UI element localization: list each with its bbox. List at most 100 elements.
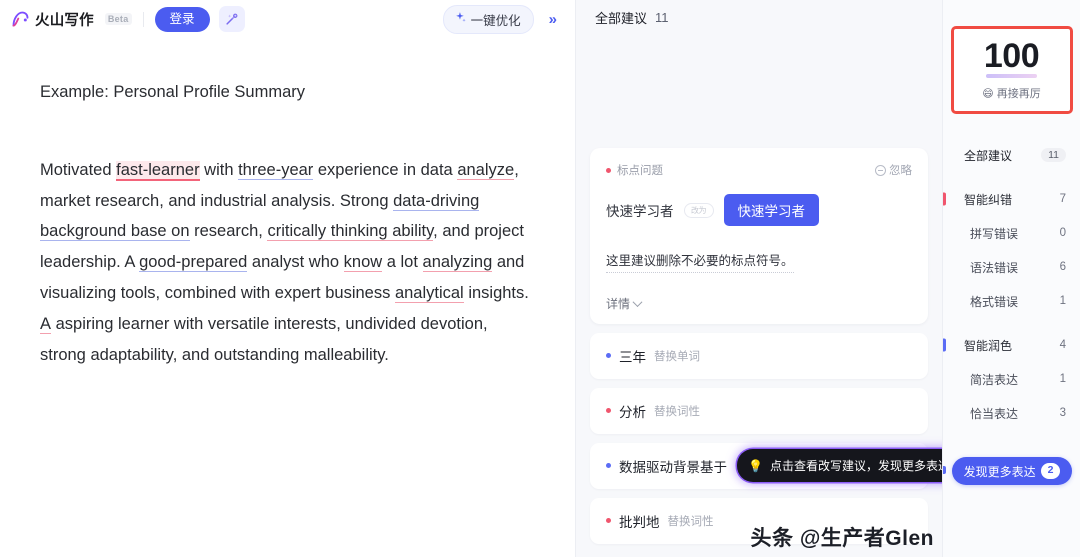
category-label: 智能润色	[964, 338, 1013, 353]
suggestions-pane: 全部建议 11 标点问题 忽略 快速学习者 改为 快速学习者 这里建议删除不必要…	[576, 0, 942, 557]
category-count: 1	[1059, 295, 1066, 307]
ignore-button[interactable]: 忽略	[875, 162, 912, 178]
suggestion-word: 批判地	[619, 514, 660, 530]
sidebar-item-smart-correction[interactable]: 智能纠错 7	[943, 182, 1080, 216]
category-label: 拼写错误	[970, 226, 1019, 241]
category-count: 4	[1059, 339, 1066, 351]
severity-dot-icon	[606, 408, 611, 414]
rewrite-hint-tooltip: 💡 点击查看改写建议，发现更多表达	[737, 449, 942, 482]
sidebar-item-format-errors[interactable]: 格式错误 1	[943, 284, 1080, 318]
details-label: 详情	[606, 296, 631, 311]
suggestion-action: 替换单词	[654, 350, 700, 363]
score-value: 100	[983, 37, 1040, 78]
category-count: 0	[1059, 227, 1066, 239]
category-count: 3	[1059, 407, 1066, 419]
category-label: 智能纠错	[964, 192, 1013, 207]
sidebar-item-concise-expression[interactable]: 简洁表达 1	[943, 362, 1080, 396]
sidebar-item-smart-polish[interactable]: 智能润色 4	[943, 328, 1080, 362]
document-title: Example: Personal Profile Summary	[40, 83, 306, 101]
category-count: 6	[1059, 261, 1066, 273]
sidebar-item-all-suggestions[interactable]: 全部建议 11	[943, 138, 1080, 172]
document-paragraph: Motivated fast-learner with three-year e…	[40, 160, 529, 364]
panel-edge-marker	[943, 466, 946, 474]
suggestion-action: 替换词性	[667, 515, 714, 528]
category-label: 语法错误	[970, 260, 1019, 275]
document-marked-span[interactable]: critically thinking ability	[267, 222, 434, 242]
suggestions-header-label: 全部建议	[595, 10, 648, 26]
collapse-panel-button[interactable]: »	[543, 10, 563, 29]
category-count: 1	[1059, 373, 1066, 385]
category-label: 恰当表达	[970, 406, 1019, 421]
app-logo[interactable]: 火山写作	[10, 9, 94, 30]
original-text: 快速学习者	[606, 204, 674, 219]
editor-pane: 火山写作 Beta 登录 一键优化 » Example: Personal Pr…	[0, 0, 576, 557]
sidebar-item-appropriate-expression[interactable]: 恰当表达 3	[943, 396, 1080, 430]
change-to-arrow-icon: 改为	[683, 202, 714, 218]
score-box: 100 😄 再接再厉	[950, 26, 1073, 114]
score-pane: 100 😄 再接再厉 全部建议 11 智能纠错 7 拼写错误 0 语法错误 6 …	[942, 0, 1080, 557]
suggestion-word: 三年	[619, 349, 646, 365]
app-root: 火山写作 Beta 登录 一键优化 » Example: Personal Pr…	[0, 0, 1080, 557]
category-label: 简洁表达	[970, 372, 1019, 387]
card-tag: 标点问题	[606, 162, 663, 178]
card-details-toggle[interactable]: 详情	[606, 295, 912, 312]
list-item[interactable]: 分析 替换词性	[590, 387, 928, 434]
magic-wand-icon[interactable]	[218, 6, 245, 32]
one-click-optimize-button[interactable]: 一键优化	[442, 4, 534, 34]
document-marked-span[interactable]: good-prepared	[139, 253, 248, 273]
card-header: 标点问题 忽略	[606, 162, 912, 178]
more-button-badge: 2	[1040, 463, 1061, 479]
category-label: 全部建议	[964, 148, 1013, 163]
document-marked-span[interactable]: analyze	[457, 160, 515, 180]
app-title: 火山写作	[35, 12, 94, 29]
chevron-down-icon	[632, 296, 643, 307]
severity-dot-icon	[606, 353, 611, 359]
category-marker	[943, 338, 946, 352]
severity-dot-icon	[606, 518, 611, 524]
score-caption-text: 再接再厉	[996, 88, 1041, 100]
volcano-logo-icon	[10, 9, 31, 30]
editor-toolbar: 火山写作 Beta 登录 一键优化 »	[0, 0, 575, 38]
apply-suggestion-button[interactable]: 快速学习者	[723, 194, 819, 226]
optimize-label: 一键优化	[470, 13, 521, 28]
ignore-label: 忽略	[889, 165, 912, 177]
lightbulb-icon: 💡	[748, 458, 763, 473]
suggestion-word: 分析	[619, 404, 646, 420]
suggestion-action: 替换词性	[654, 405, 700, 418]
severity-dot-icon	[606, 167, 611, 173]
beta-badge: Beta	[104, 13, 132, 25]
more-button-label: 发现更多表达	[963, 464, 1036, 479]
category-count: 7	[1059, 193, 1066, 205]
card-tag-label: 标点问题	[617, 165, 663, 177]
toolbar-divider	[142, 11, 144, 27]
score-emoji-icon: 😄	[982, 87, 994, 100]
minus-circle-icon	[875, 164, 886, 176]
document-marked-span[interactable]: fast-learner	[116, 160, 200, 181]
severity-dot-icon	[606, 463, 611, 469]
document-marked-span[interactable]: know	[343, 253, 383, 273]
card-replacement-row: 快速学习者 改为 快速学习者	[606, 194, 912, 226]
category-label: 格式错误	[970, 294, 1019, 309]
sidebar-item-spelling-errors[interactable]: 拼写错误 0	[943, 216, 1080, 250]
score-category-list: 全部建议 11 智能纠错 7 拼写错误 0 语法错误 6 格式错误 1 智能润色…	[943, 138, 1080, 430]
category-count: 11	[1041, 148, 1066, 162]
document-body[interactable]: Example: Personal Profile Summary Motiva…	[0, 38, 575, 557]
login-button[interactable]: 登录	[154, 6, 210, 32]
score-caption: 😄 再接再厉	[982, 85, 1040, 101]
category-marker	[943, 192, 946, 206]
discover-more-expressions-button[interactable]: 发现更多表达 2	[952, 457, 1072, 485]
list-item[interactable]: 三年 替换单词	[590, 332, 928, 379]
tooltip-text: 点击查看改写建议，发现更多表达	[769, 459, 942, 473]
document-marked-span[interactable]: analytical	[394, 283, 464, 303]
document-marked-span[interactable]: analyzing	[422, 253, 493, 273]
suggestion-card-punctuation[interactable]: 标点问题 忽略 快速学习者 改为 快速学习者 这里建议删除不必要的标点符号。 详…	[590, 148, 928, 324]
card-description: 这里建议删除不必要的标点符号。	[606, 252, 794, 273]
sidebar-item-grammar-errors[interactable]: 语法错误 6	[943, 250, 1080, 284]
suggestions-header-count: 11	[655, 9, 669, 25]
suggestions-header: 全部建议 11	[576, 0, 942, 34]
sparkle-icon	[454, 11, 467, 27]
suggestion-word: 数据驱动背景基于	[619, 459, 727, 475]
list-item[interactable]: 批判地 替换词性	[590, 497, 928, 544]
document-marked-span[interactable]: A	[40, 314, 52, 334]
document-marked-span[interactable]: three-year	[238, 160, 314, 180]
